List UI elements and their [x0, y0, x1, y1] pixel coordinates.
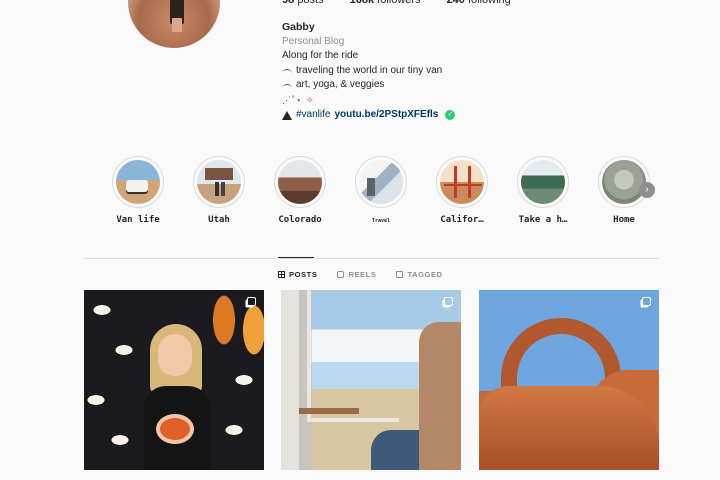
tab-tagged[interactable]: TAGGED: [396, 270, 442, 279]
highlight-utah[interactable]: Utah: [189, 156, 249, 225]
highlight-image: [278, 160, 322, 204]
highlight-ring: [193, 156, 245, 208]
bio-line: art, yoga, & veggies: [282, 78, 455, 93]
tab-posts[interactable]: POSTS: [278, 270, 317, 279]
post-van-doorframe: [307, 290, 399, 422]
tab-label: POSTS: [289, 270, 318, 279]
profile-category: Personal Blog: [282, 35, 345, 47]
chevron-right-icon[interactable]: ›: [639, 182, 655, 198]
highlight-image: [197, 160, 241, 204]
active-tab-indicator: [278, 257, 314, 258]
tab-label: TAGGED: [407, 270, 443, 279]
grid-icon: [278, 271, 285, 278]
highlight-van-life[interactable]: Van life: [108, 156, 168, 225]
tab-reels[interactable]: REELS: [337, 270, 376, 279]
following-count[interactable]: 240 following: [447, 0, 511, 6]
highlight-ring: [436, 156, 488, 208]
highlight-label: Travel: [371, 218, 391, 224]
story-highlights: Van life Utah Colorado Travel Califor… T…: [108, 156, 668, 226]
bio-line-text: traveling the world in our tiny van: [296, 64, 443, 76]
highlight-ring: [274, 156, 326, 208]
profile-avatar[interactable]: [128, 0, 220, 48]
highlight-image: [359, 160, 403, 204]
highlight-ring: [112, 156, 164, 208]
bio-links: #vanlife youtu.be/2PStpXFEfls ✓: [282, 108, 456, 123]
reels-icon: [337, 271, 345, 278]
highlight-label: Califor…: [440, 215, 484, 225]
avatar-legs: [172, 18, 182, 32]
posts-count: 98 posts: [282, 0, 324, 6]
followers-count[interactable]: 168k followers: [350, 0, 421, 6]
highlight-image: [116, 160, 160, 204]
tag-icon: [396, 271, 404, 278]
highlight-label: Take a h…: [518, 215, 568, 225]
highlight-take-a-hike[interactable]: Take a h…: [513, 156, 573, 225]
post-table: [299, 408, 359, 414]
website-link[interactable]: youtu.be/2PStpXFEfls: [334, 108, 438, 123]
highlight-ring: [517, 156, 569, 208]
hashtag-link[interactable]: #vanlife: [296, 108, 330, 123]
post-arm: [419, 322, 461, 470]
highlight-image: [440, 160, 484, 204]
sparkles-icon: ⋰˚⋆ ✧: [282, 94, 315, 105]
carousel-icon: [247, 297, 256, 306]
post-figure-face: [158, 334, 192, 376]
highlight-travel[interactable]: Travel: [351, 156, 411, 224]
carousel-icon: [444, 297, 453, 306]
post-rock: [479, 386, 659, 470]
post-pumpkin: [160, 418, 190, 440]
tent-icon: [282, 111, 292, 121]
bio-line: Along for the ride: [282, 50, 359, 62]
bio-line-text: art, yoga, & veggies: [296, 79, 385, 91]
tabs-divider: [84, 258, 659, 259]
profile-name: Gabby: [282, 21, 315, 33]
highlight-label: Utah: [208, 215, 230, 225]
tab-label: REELS: [348, 270, 377, 279]
post-thumbnail[interactable]: [479, 290, 659, 470]
check-icon: ✓: [445, 109, 456, 120]
highlight-ring: [355, 156, 407, 208]
highlight-california[interactable]: Califor…: [432, 156, 492, 225]
carousel-icon: [642, 297, 651, 306]
highlight-image: [602, 160, 646, 204]
highlight-label: Home: [613, 215, 635, 225]
highlight-label: Colorado: [278, 215, 322, 225]
bio-line: traveling the world in our tiny van: [282, 64, 455, 79]
highlight-image: [521, 160, 565, 204]
profile-tabs: POSTS REELS TAGGED: [278, 270, 443, 279]
profile-stats: 98 posts 168k followers 240 following: [282, 0, 511, 6]
highlight-label: Van life: [116, 215, 160, 225]
sunset-icon: [282, 83, 292, 90]
sunset-icon: [282, 69, 292, 75]
post-thumbnail[interactable]: [84, 290, 264, 470]
profile-bio: Gabby Personal Blog Along for the ride t…: [282, 20, 456, 123]
post-thumbnail[interactable]: [281, 290, 461, 470]
highlight-colorado[interactable]: Colorado: [270, 156, 330, 225]
